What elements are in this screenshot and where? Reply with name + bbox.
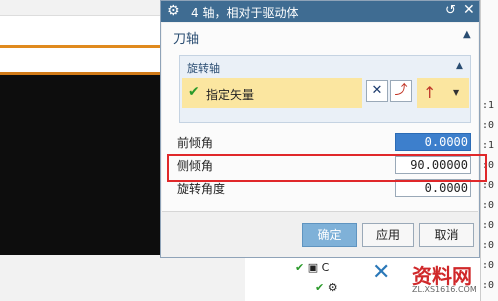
drive-method-dialog: ⚙ 4 轴，相对于驱动体 ↺ ✕ 刀轴 ▲ 旋转轴 ▲ ✔ 指定矢量 ✕ ⤴ ↑… [160, 0, 480, 258]
navigator-value: :1 [482, 140, 495, 151]
dialog-titlebar[interactable]: ⚙ 4 轴，相对于驱动体 ↺ ✕ [161, 1, 479, 22]
tree-item-label: C [321, 261, 330, 274]
gear-icon: ⚙ [167, 3, 180, 19]
lead-angle-label: 前倾角 [177, 136, 214, 150]
watermark-logo-icon: ✕ [372, 260, 391, 285]
folder-icon: ▣ [307, 261, 319, 274]
ok-button[interactable]: 确定 [302, 223, 357, 247]
app-toolbar-strip [0, 0, 160, 16]
apply-button[interactable]: 应用 [362, 223, 414, 247]
vector-arrow-icon: ↑ [423, 83, 437, 102]
watermark-url: ZL.XS1616.COM [412, 285, 477, 294]
rotation-angle-label: 旋转角度 [177, 182, 226, 196]
tree-item[interactable]: ✔ ⚙ [315, 281, 338, 294]
site-watermark: ✕ 资料网 ZL.XS1616.COM [372, 258, 496, 300]
check-icon: ✔ [295, 261, 305, 274]
tool-axis-group: 刀轴 ▲ 旋转轴 ▲ ✔ 指定矢量 ✕ ⤴ ↑ ▼ 前倾角 0.0000 侧倾角… [162, 23, 478, 212]
specify-vector-row[interactable]: ✔ 指定矢量 [182, 78, 362, 108]
cancel-button[interactable]: 取消 [419, 223, 474, 247]
reverse-direction-button[interactable]: ⤴ [390, 80, 412, 102]
navigator-value: :0 [482, 240, 495, 251]
close-icon[interactable]: ✕ [463, 2, 475, 18]
vector-dialog-button[interactable]: ✕ [366, 80, 388, 102]
tool-axis-header[interactable]: 刀轴 ▲ [162, 23, 478, 49]
inferred-vector-dropdown[interactable]: ↑ ▼ [417, 78, 469, 108]
rotation-axis-title: 旋转轴 [187, 62, 220, 75]
dialog-title: 4 轴，相对于驱动体 [191, 6, 299, 20]
operation-icon: ⚙ [327, 281, 338, 294]
viewport-bottom-area [0, 255, 245, 301]
check-icon: ✔ [188, 84, 200, 100]
collapse-icon[interactable]: ▲ [456, 61, 463, 71]
rotation-axis-group: 旋转轴 ▲ ✔ 指定矢量 ✕ ⤴ ↑ ▼ [179, 55, 471, 123]
navigator-value: :1 [482, 100, 495, 111]
lead-angle-input[interactable]: 0.0000 [395, 133, 471, 151]
tool-axis-title: 刀轴 [173, 32, 200, 47]
chevron-down-icon: ▼ [453, 88, 460, 97]
navigator-value: :0 [482, 200, 495, 211]
reset-icon[interactable]: ↺ [445, 3, 456, 18]
navigator-value: :0 [482, 220, 495, 231]
check-icon: ✔ [315, 281, 325, 294]
specify-vector-label: 指定矢量 [206, 88, 255, 102]
app-accent-line [0, 45, 160, 48]
annotation-highlight-box [167, 154, 487, 182]
navigator-value: :0 [482, 120, 495, 131]
tree-item[interactable]: ✔ ▣ C [295, 261, 329, 274]
collapse-icon[interactable]: ▲ [463, 29, 471, 40]
